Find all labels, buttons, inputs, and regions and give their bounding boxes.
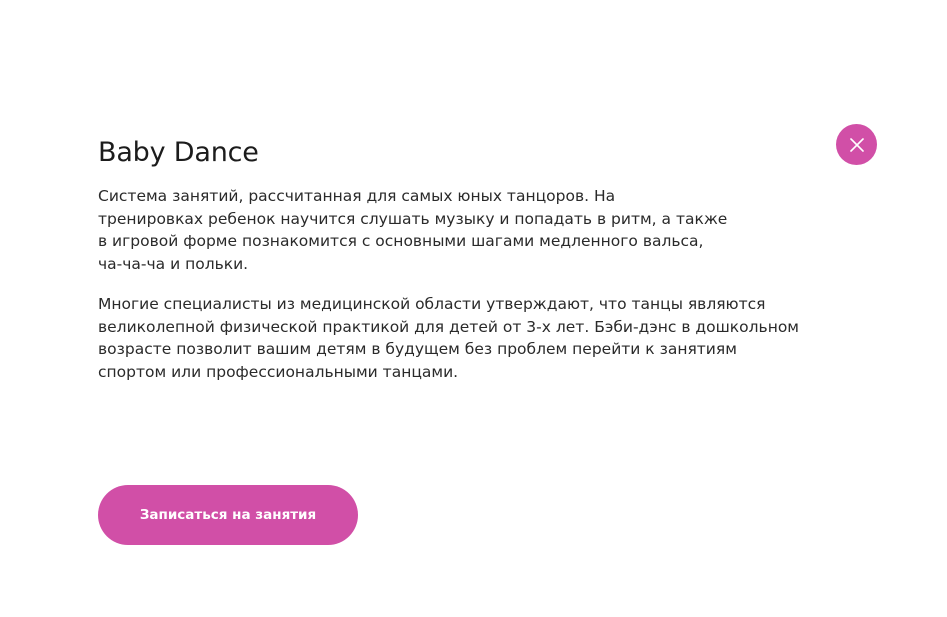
description-line: Система занятий, рассчитанная для самых … <box>98 187 616 205</box>
description-line: возрасте позволит вашим детям в будущем … <box>98 340 737 358</box>
class-info-modal: Baby Dance Система занятий, рассчитанная… <box>0 0 947 617</box>
description-line: спортом или профессиональными танцами. <box>98 362 459 381</box>
close-icon <box>849 137 864 152</box>
description-line: ча-ча-ча и польки. <box>98 254 249 273</box>
description-line: в игровой форме познакомится с основными… <box>98 232 704 250</box>
modal-title: Baby Dance <box>98 137 259 168</box>
description-line: Многие специалисты из медицинской област… <box>98 295 766 313</box>
close-button[interactable] <box>836 124 877 165</box>
description-paragraph-1: Система занятий, рассчитанная для самых … <box>98 185 728 275</box>
description-paragraph-2: Многие специалисты из медицинской област… <box>98 293 800 383</box>
signup-button[interactable]: Записаться на занятия <box>98 485 358 545</box>
description-line: тренировках ребенок научится слушать муз… <box>98 209 728 228</box>
description-line: великолепной физической практикой для де… <box>98 317 800 336</box>
